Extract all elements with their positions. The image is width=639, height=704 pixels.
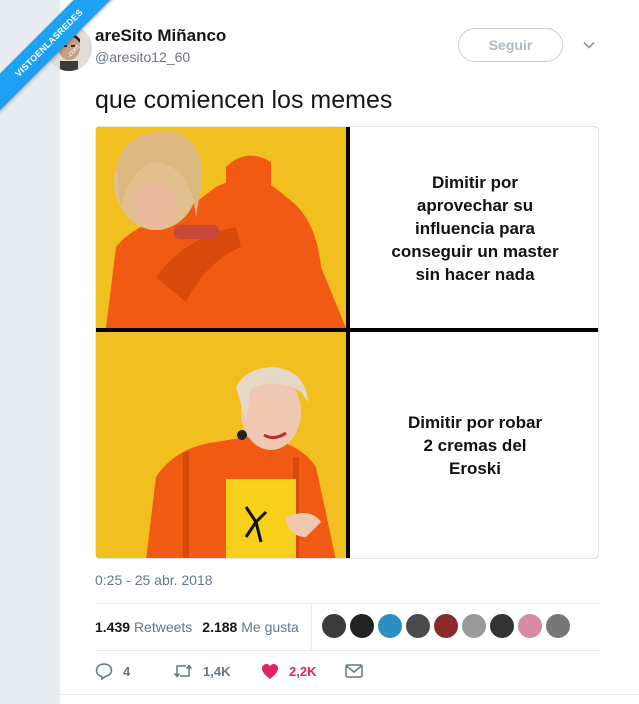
- stats-bottom-divider: [95, 650, 599, 651]
- meme-top-caption: Dimitir por aprovechar su influencia par…: [391, 173, 559, 284]
- reply-count: 4: [123, 663, 131, 679]
- liker-avatar[interactable]: [546, 614, 570, 638]
- liker-avatar[interactable]: [462, 614, 486, 638]
- liker-avatar[interactable]: [378, 614, 402, 638]
- liker-avatar[interactable]: [518, 614, 542, 638]
- tweet-text: que comiencen los memes: [95, 86, 393, 114]
- liker-avatar[interactable]: [322, 614, 346, 638]
- like-action[interactable]: 2,2K: [261, 663, 345, 680]
- chevron-down-icon[interactable]: [582, 38, 596, 52]
- reply-icon: [95, 663, 113, 680]
- stats-top-divider: [95, 603, 599, 604]
- card-bottom-rule: [60, 694, 639, 695]
- like-count: 2,2K: [289, 663, 317, 679]
- liker-avatar[interactable]: [490, 614, 514, 638]
- likes-stat[interactable]: 2.188 Me gusta: [202, 619, 299, 635]
- reply-action[interactable]: 4: [95, 662, 173, 680]
- meme-image[interactable]: Dimitir por aprovechar su influencia par…: [95, 126, 599, 559]
- meme-bottom-caption: Dimitir por robar 2 cremas del Eroski: [407, 413, 543, 478]
- tweet-actions: 4 1,4K 2,2K: [95, 662, 363, 680]
- watermark-ribbon: VISTOENLASREDES: [0, 0, 120, 120]
- retweets-stat[interactable]: 1.439 Retweets: [95, 619, 192, 635]
- retweet-icon: [173, 664, 193, 678]
- heart-icon: [262, 663, 278, 679]
- liker-avatars: [322, 614, 570, 638]
- liker-avatar[interactable]: [434, 614, 458, 638]
- retweet-action[interactable]: 1,4K: [173, 662, 261, 680]
- liker-avatar[interactable]: [406, 614, 430, 638]
- mail-icon: [345, 664, 363, 678]
- watermark-text: VISTOENLASREDES: [13, 7, 85, 79]
- retweet-count: 1,4K: [203, 663, 231, 679]
- liker-avatar[interactable]: [350, 614, 374, 638]
- engagement-stats: 1.439 Retweets 2.188 Me gusta: [95, 619, 299, 635]
- stats-vertical-divider: [311, 604, 312, 650]
- follow-button[interactable]: Seguir: [458, 28, 563, 62]
- message-action[interactable]: [345, 664, 363, 678]
- tweet-timestamp[interactable]: 0:25 - 25 abr. 2018: [95, 572, 213, 588]
